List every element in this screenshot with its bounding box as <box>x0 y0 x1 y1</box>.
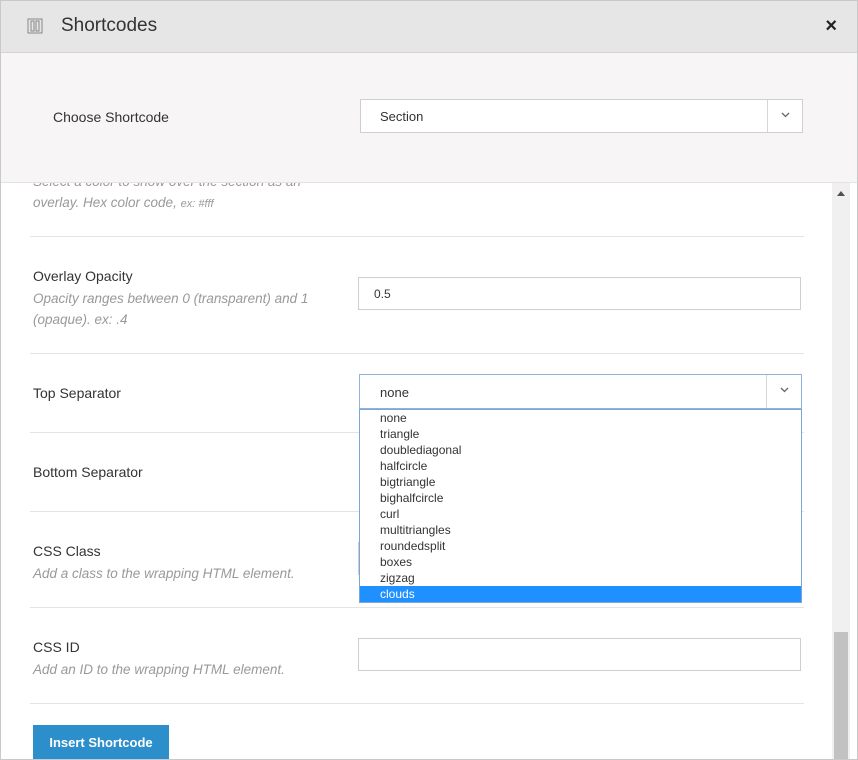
top-separator-options: none triangle doublediagonal halfcircle bigt… <box>359 409 802 603</box>
separator-option-triangle[interactable]: triangle <box>360 426 801 442</box>
css-id-label: CSS ID <box>33 639 80 655</box>
shortcodes-modal: Shortcodes × Choose Shortcode Section Se… <box>0 0 858 760</box>
overlay-opacity-input[interactable]: 0.5 <box>358 277 801 310</box>
overlay-opacity-row: Overlay Opacity Opacity ranges between 0… <box>30 237 804 354</box>
top-separator-select[interactable]: none <box>359 374 802 409</box>
css-class-label: CSS Class <box>33 543 101 559</box>
overlay-opacity-label: Overlay Opacity <box>33 268 133 284</box>
top-separator-label: Top Separator <box>33 385 121 401</box>
shortcode-icon <box>27 18 43 34</box>
separator-option-bighalfcircle[interactable]: bighalfcircle <box>360 490 801 506</box>
shortcode-select[interactable]: Section <box>360 99 803 133</box>
overlay-color-desc: Select a color to show over the section … <box>33 183 301 210</box>
css-class-desc: Add a class to the wrapping HTML element… <box>33 566 295 581</box>
separator-option-roundedsplit[interactable]: roundedsplit <box>360 538 801 554</box>
choose-shortcode-label: Choose Shortcode <box>53 109 169 125</box>
separator-option-halfcircle[interactable]: halfcircle <box>360 458 801 474</box>
overlay-opacity-value: 0.5 <box>374 287 391 301</box>
separator-option-zigzag[interactable]: zigzag <box>360 570 801 586</box>
separator-option-doublediagonal[interactable]: doublediagonal <box>360 442 801 458</box>
separator-option-multitriangles[interactable]: multitriangles <box>360 522 801 538</box>
scroll-thumb[interactable] <box>834 632 848 759</box>
bottom-separator-label: Bottom Separator <box>33 464 143 480</box>
separator-option-boxes[interactable]: boxes <box>360 554 801 570</box>
separator-option-bigtriangle[interactable]: bigtriangle <box>360 474 801 490</box>
chevron-down-icon[interactable] <box>767 100 802 132</box>
css-id-desc: Add an ID to the wrapping HTML element. <box>33 662 285 677</box>
modal-title: Shortcodes <box>61 15 158 36</box>
modal-header: Shortcodes × <box>1 1 857 53</box>
separator-option-clouds[interactable]: clouds <box>360 586 801 602</box>
separator-option-curl[interactable]: curl <box>360 506 801 522</box>
top-separator-value: none <box>380 385 409 400</box>
separator-option-none[interactable]: none <box>360 410 801 426</box>
css-id-row: CSS ID Add an ID to the wrapping HTML el… <box>30 608 804 704</box>
overlay-opacity-desc: Opacity ranges between 0 (transparent) a… <box>33 291 309 327</box>
shortcode-chooser: Choose Shortcode Section <box>1 53 857 183</box>
scroll-up-arrow-icon[interactable] <box>837 191 845 196</box>
css-id-input[interactable] <box>358 638 801 671</box>
overlay-color-row: Select a color to show over the section … <box>30 183 804 237</box>
chevron-down-icon[interactable] <box>766 375 801 408</box>
scrollbar[interactable] <box>832 183 850 759</box>
insert-shortcode-button[interactable]: Insert Shortcode <box>33 725 169 759</box>
shortcode-select-value: Section <box>380 109 424 124</box>
close-icon[interactable]: × <box>825 15 837 37</box>
